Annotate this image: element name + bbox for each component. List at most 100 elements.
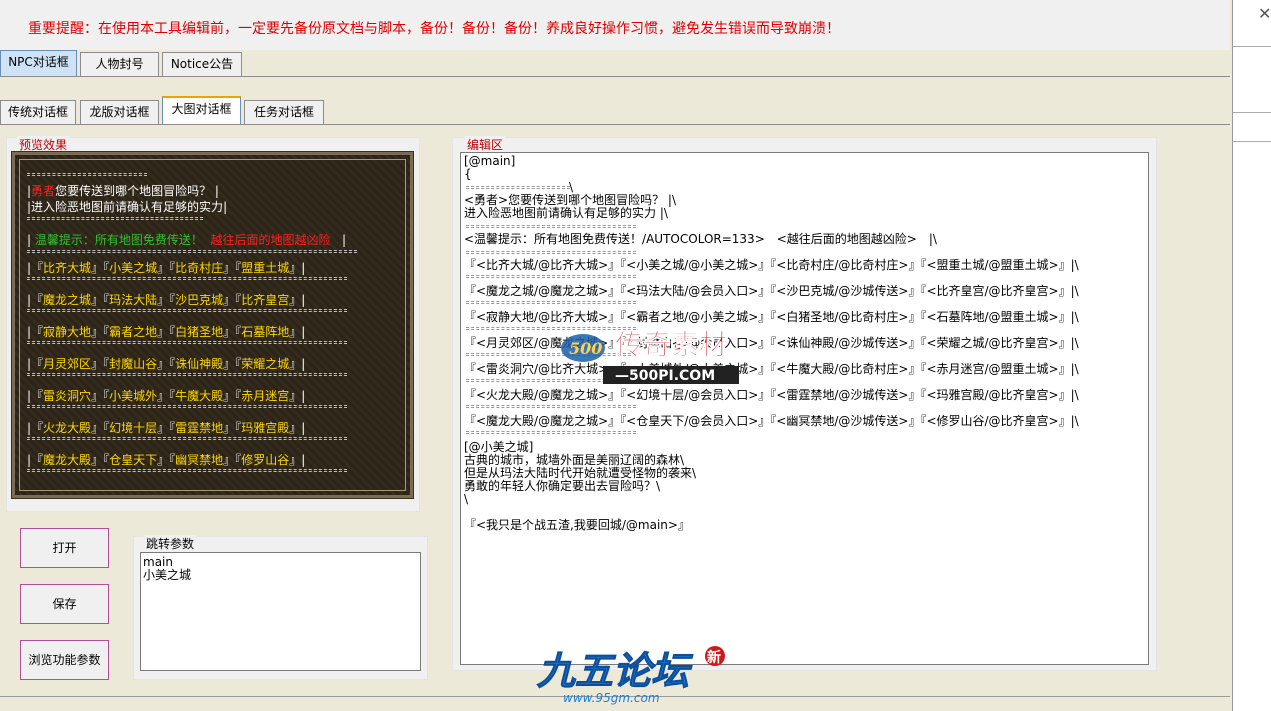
preview-map-link[interactable]: 牛魔大殿	[175, 389, 223, 403]
editor-rule	[466, 275, 636, 278]
preview-rule	[27, 437, 347, 440]
strip-divider	[1233, 112, 1271, 113]
warning-bar: 重要提醒：在使用本工具编辑前，一定要先备份原文档与脚本，备份！备份！备份！养成良…	[0, 0, 1230, 50]
preview-warning-line: 进入险恶地图前请确认有足够的实力	[31, 200, 224, 214]
editor-line: 勇敢的年轻人你确定要出去冒险吗？\	[464, 479, 661, 493]
preview-map-link[interactable]: 仓皇天下	[109, 453, 157, 467]
tab-npc-dialog[interactable]: NPC对话框	[0, 50, 77, 76]
preview-rule	[27, 309, 347, 312]
preview-rule	[27, 277, 347, 280]
preview-map-row: |『火龙大殿』『幻境十层』『雷霆禁地』『玛雅宫殿』|	[27, 421, 306, 435]
preview-line-2: |进入险恶地图前请确认有足够的实力|	[27, 200, 228, 214]
editor-line: <温馨提示：所有地图免费传送！/AUTOCOLOR=133> <越往后面的地图越…	[464, 232, 937, 246]
tab-notice[interactable]: Notice公告	[162, 52, 242, 76]
params-textbox[interactable]: main 小美之城	[140, 552, 421, 671]
editor-rule	[466, 251, 636, 254]
preview-map-link[interactable]: 封魔山谷	[109, 357, 157, 371]
editor-textarea[interactable]: [@main] { \ <勇者>您要传送到哪个地图冒险吗？ |\ 进入险恶地图前…	[460, 152, 1149, 665]
editor-line: 『<魔龙之城/@魔龙之城>』『<玛法大陆/@会员入口>』『<沙巴克城/@沙城传送…	[464, 284, 1079, 298]
preview-panel: |勇者您要传送到哪个地图冒险吗？ | |进入险恶地图前请确认有足够的实力| | …	[11, 151, 414, 499]
subtab-strip-divider	[0, 124, 1230, 125]
editor-line: \	[464, 492, 469, 506]
preview-map-link[interactable]: 小美城外	[109, 389, 157, 403]
preview-map-link[interactable]: 白猪圣地	[175, 325, 223, 339]
editor-line: 『<魔龙大殿/@魔龙之城>』『<仓皇天下/@会员入口>』『<幽冥禁地/@沙城传送…	[464, 414, 1079, 428]
strip-divider	[1233, 46, 1271, 47]
preview-rule	[27, 373, 347, 376]
editor-rule	[466, 405, 636, 408]
editor-rule	[466, 186, 570, 189]
svg-text:www.95gm.com: www.95gm.com	[563, 691, 660, 705]
strip-divider	[1233, 141, 1271, 142]
tab-player-title[interactable]: 人物封号	[80, 52, 159, 76]
preview-map-link[interactable]: 魔龙大殿	[43, 453, 91, 467]
editor-line: 进入险恶地图前请确认有足够的实力 |\	[464, 206, 668, 220]
preview-map-link[interactable]: 玛雅宫殿	[241, 421, 289, 435]
preview-map-link[interactable]: 盟重土城	[241, 261, 289, 275]
svg-text:九五论坛: 九五论坛	[537, 649, 694, 693]
preview-map-link[interactable]: 月灵郊区	[43, 357, 91, 371]
close-icon[interactable]: ✕	[1258, 4, 1271, 23]
preview-map-link[interactable]: 火龙大殿	[43, 421, 91, 435]
app-window: 重要提醒：在使用本工具编辑前，一定要先备份原文档与脚本，备份！备份！备份！养成良…	[0, 0, 1233, 711]
preview-rule	[27, 405, 347, 408]
preview-tip-green: 温馨提示：所有地图免费传送！	[34, 233, 203, 247]
preview-map-link[interactable]: 幽冥禁地	[175, 453, 223, 467]
params-title: 跳转参数	[144, 535, 197, 552]
preview-map-link[interactable]: 沙巴克城	[175, 293, 223, 307]
preview-map-link[interactable]: 比齐大城	[43, 261, 91, 275]
preview-tip-red: 越往后面的地图越凶险	[210, 233, 331, 247]
warning-text: 重要提醒：在使用本工具编辑前，一定要先备份原文档与脚本，备份！备份！备份！养成良…	[28, 21, 840, 37]
preview-map-row: |『魔龙之城』『玛法大陆』『沙巴克城』『比齐皇宫』|	[27, 293, 306, 307]
preview-map-row: |『雷炎洞穴』『小美城外』『牛魔大殿』『赤月迷宫』|	[27, 389, 306, 403]
preview-map-link[interactable]: 修罗山谷	[241, 453, 289, 467]
preview-map-link[interactable]: 小美之城	[109, 261, 157, 275]
tab-strip-divider	[0, 76, 1230, 77]
preview-rule	[27, 173, 147, 176]
preview-line-1: |勇者您要传送到哪个地图冒险吗？ |	[27, 184, 219, 198]
preview-map-row: |『月灵郊区』『封魔山谷』『诛仙神殿』『荣耀之城』|	[27, 357, 306, 371]
preview-map-link[interactable]: 荣耀之城	[241, 357, 289, 371]
tab-bigmap-dialog[interactable]: 大图对话框	[162, 96, 241, 124]
preview-map-link[interactable]: 霸者之地	[109, 325, 157, 339]
editor-rule	[466, 225, 636, 228]
preview-map-link[interactable]: 雷霆禁地	[175, 421, 223, 435]
preview-question: 您要传送到哪个地图冒险吗？	[55, 184, 212, 198]
preview-map-link[interactable]: 赤月迷宫	[241, 389, 289, 403]
preview-rule	[27, 217, 203, 220]
preview-map-link[interactable]: 魔龙之城	[43, 293, 91, 307]
svg-text:—500PI.COM: —500PI.COM	[615, 368, 715, 384]
preview-map-link[interactable]: 寂静大地	[43, 325, 91, 339]
preview-map-row: |『比齐大城』『小美之城』『比奇村庄』『盟重土城』|	[27, 261, 306, 275]
preview-map-link[interactable]: 比齐皇宫	[241, 293, 289, 307]
watermark-logo: 500 传奇素材 —500PI.COM	[555, 318, 745, 388]
editor-line: {	[464, 167, 472, 181]
right-side-strip	[1233, 0, 1271, 711]
tab-classic-dialog[interactable]: 传统对话框	[0, 100, 76, 124]
preview-map-row: |『寂静大地』『霸者之地』『白猪圣地』『石墓阵地』|	[27, 325, 306, 339]
preview-map-link[interactable]: 玛法大陆	[109, 293, 157, 307]
open-button[interactable]: 打开	[20, 528, 109, 568]
preview-map-link[interactable]: 石墓阵地	[241, 325, 289, 339]
tab-dragon-dialog[interactable]: 龙版对话框	[80, 100, 159, 124]
save-button[interactable]: 保存	[20, 584, 109, 624]
svg-text:新: 新	[707, 649, 721, 666]
preview-rule	[27, 250, 357, 253]
preview-map-link[interactable]: 诛仙神殿	[175, 357, 223, 371]
preview-hero: 勇者	[31, 184, 56, 198]
editor-rule	[466, 301, 636, 304]
editor-line: 『<比齐大城/@比齐大城>』『<小美之城/@小美之城>』『<比奇村庄/@比奇村庄…	[464, 258, 1079, 272]
editor-title: 编辑区	[465, 136, 506, 153]
svg-text:500: 500	[569, 339, 602, 358]
tab-quest-dialog[interactable]: 任务对话框	[244, 100, 324, 124]
preview-map-link[interactable]: 雷炎洞穴	[43, 389, 91, 403]
editor-line: [@main]	[464, 154, 516, 168]
preview-title: 预览效果	[17, 136, 70, 153]
preview-map-link[interactable]: 比奇村庄	[175, 261, 223, 275]
forum-logo: 九五论坛 新 www.95gm.com	[535, 640, 735, 710]
editor-rule	[466, 431, 636, 434]
preview-map-link[interactable]: 幻境十层	[109, 421, 157, 435]
browse-params-button[interactable]: 浏览功能参数	[20, 640, 109, 680]
params-line: 小美之城	[143, 568, 192, 582]
preview-rule	[27, 341, 347, 344]
